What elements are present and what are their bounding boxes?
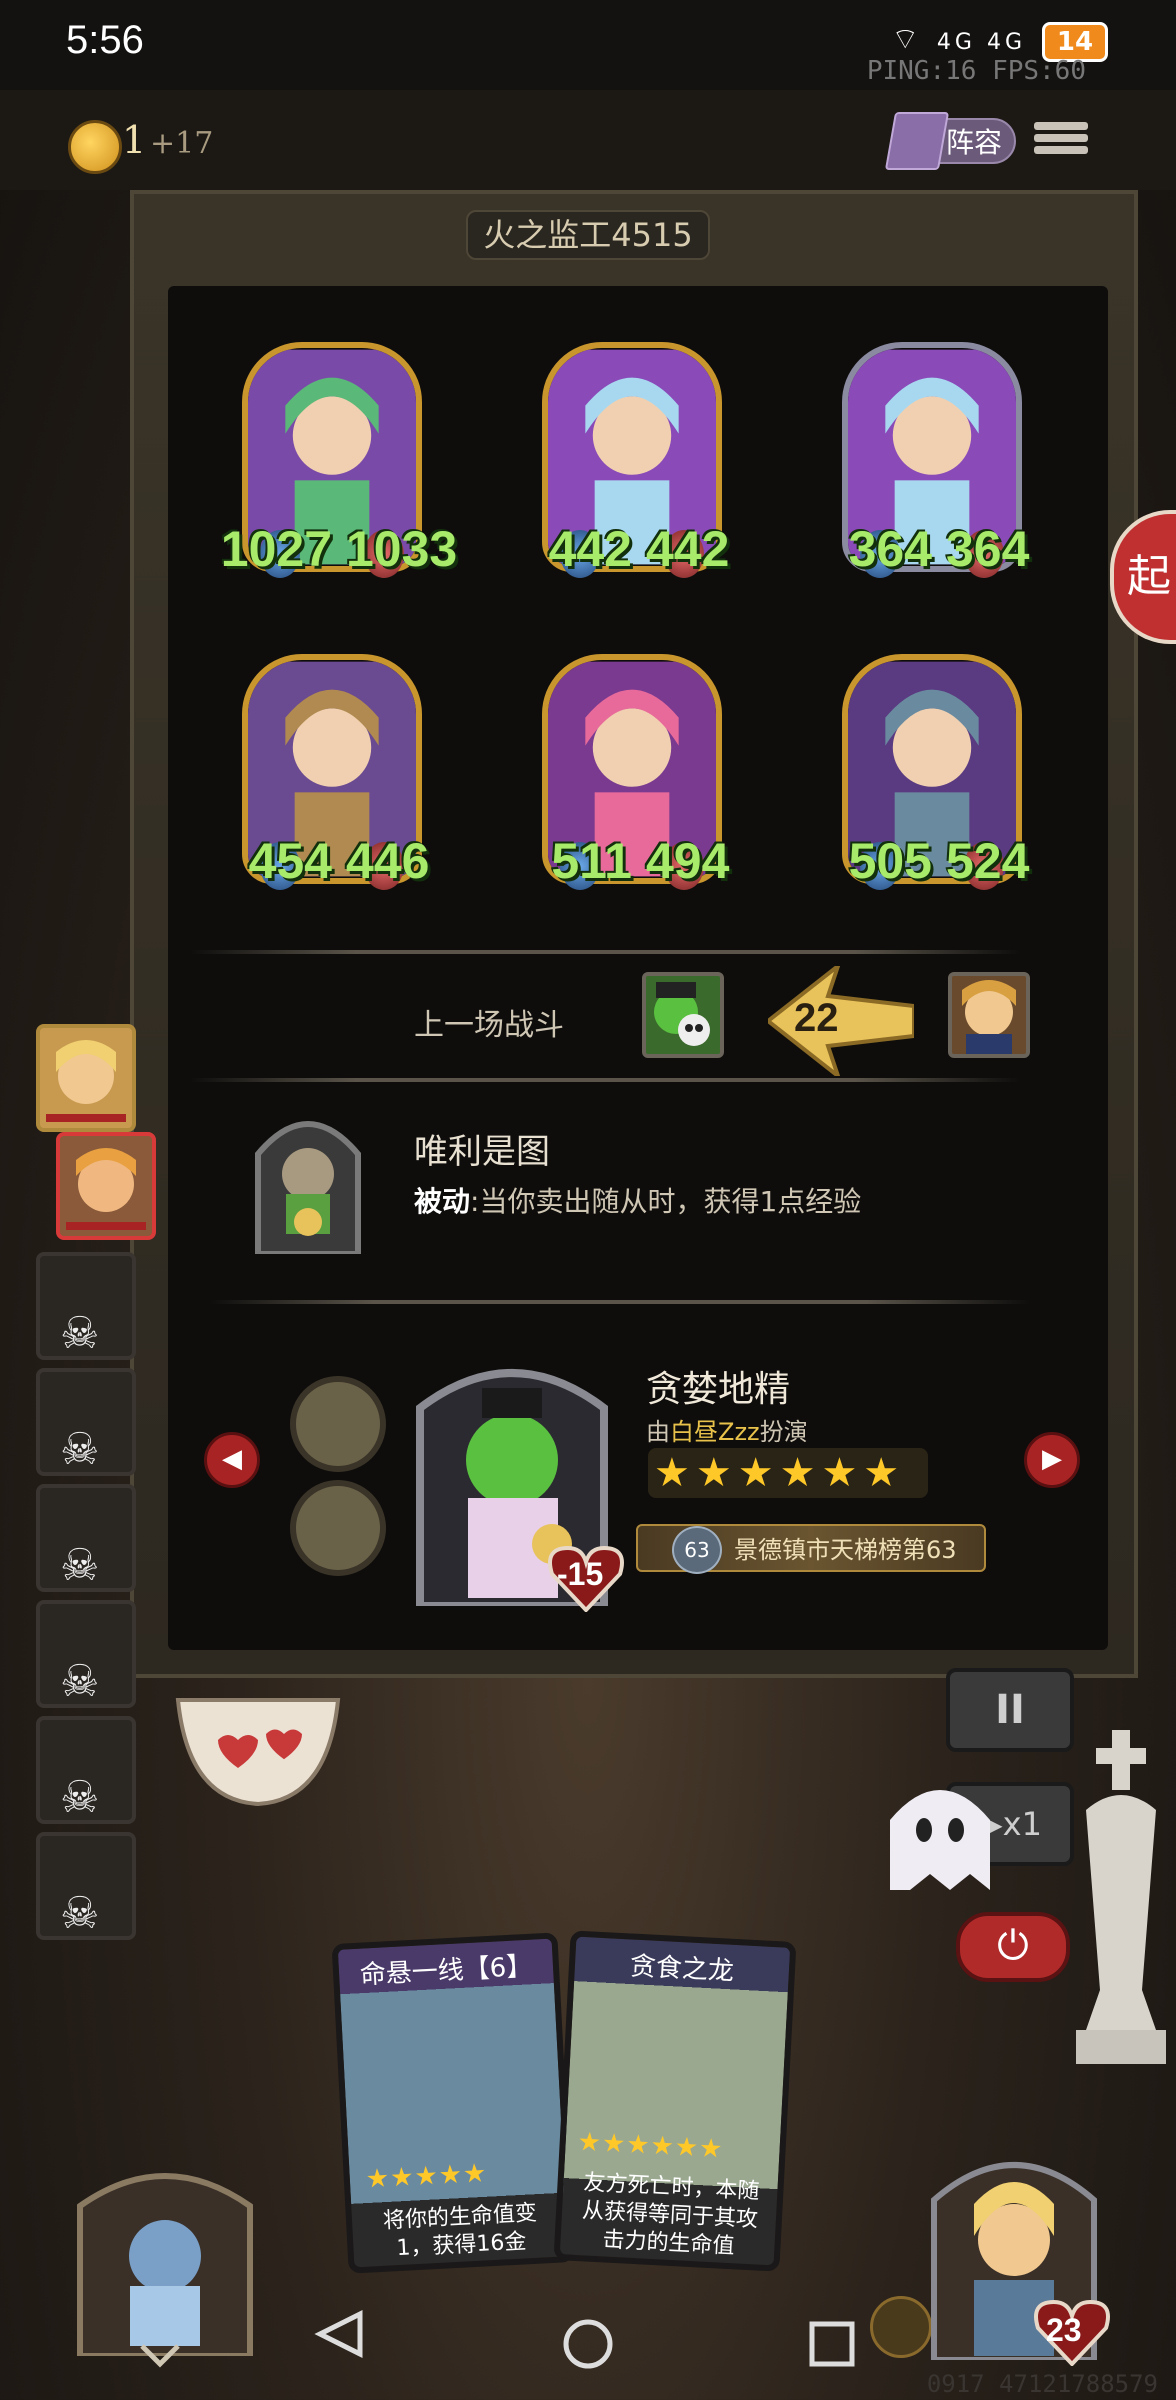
star-icon: ★: [821, 1450, 858, 1496]
skull-icon: ☠: [60, 1424, 100, 1475]
skull-icon: ☠: [60, 1540, 100, 1591]
card-title: 命悬一线【6】: [359, 1951, 534, 1991]
opponent-damage-taken: -15: [557, 1556, 604, 1592]
hero-power-prefix: 被动: [414, 1185, 471, 1218]
minion-card[interactable]: 454 446: [242, 654, 429, 894]
player-avatar-eliminated[interactable]: ☠: [36, 1368, 136, 1476]
hero-power-icon[interactable]: [248, 1104, 368, 1254]
player-avatar-eliminated[interactable]: ☠: [36, 1716, 136, 1824]
divider: [190, 1078, 1020, 1082]
hero-power-name: 唯利是图: [414, 1132, 550, 1172]
player-list: ☠ ☠ ☠ ☠ ☠ ☠: [26, 1012, 156, 1962]
opponent-played-by: 由白昼Zzz扮演: [646, 1412, 808, 1447]
skull-icon: ☠: [60, 1772, 100, 1823]
card-desc: 将你的生命值变 1，获得16金: [382, 2200, 538, 2262]
damage-arrow-icon: [768, 966, 914, 1076]
played-by-suffix: 扮演: [759, 1418, 808, 1446]
card-stars: ★★★★★: [365, 2158, 489, 2195]
last-battle-opponent-avatar: [642, 972, 724, 1058]
minion-card[interactable]: 442 442: [542, 342, 729, 582]
minion-card[interactable]: 511 494: [542, 654, 729, 894]
minion-health: 446: [346, 833, 430, 889]
clock: 5:56: [66, 18, 144, 62]
card-desc: 友方死亡时，本随从获得等同于其攻击力的生命值: [581, 2170, 761, 2260]
minion-card[interactable]: 364 364: [842, 342, 1029, 582]
star-icon: ★: [654, 1450, 690, 1496]
card-deck-icon: [884, 112, 950, 170]
divider: [190, 950, 1020, 954]
minion-attack: 511: [551, 833, 632, 889]
minion-health: 364: [946, 521, 1030, 577]
hero-face-icon: [962, 980, 1016, 1054]
player-avatar-eliminated[interactable]: ☠: [36, 1832, 136, 1940]
player-avatar[interactable]: [36, 1024, 136, 1132]
token-icon: [290, 1480, 386, 1576]
last-battle-label: 上一场战斗: [414, 1008, 564, 1043]
minion-health: 1033: [346, 521, 458, 577]
chess-king-decoration: [1076, 1730, 1166, 2064]
player-avatar-eliminated[interactable]: ☠: [36, 1600, 136, 1708]
minion-health: 442: [646, 521, 730, 577]
star-icon: ★: [695, 1450, 732, 1496]
signal-text: 4G 4G: [936, 30, 1026, 55]
skull-icon: ☠: [60, 1656, 100, 1707]
minion-health: 524: [946, 833, 1030, 889]
chevron-down-icon: [140, 2344, 180, 2368]
next-opponent-button[interactable]: ▶: [1024, 1432, 1080, 1488]
card-title: 贪食之龙: [629, 1951, 735, 1987]
player-avatar-eliminated[interactable]: ☠: [36, 1484, 136, 1592]
opponent-hero-name: 贪婪地精: [646, 1369, 791, 1410]
power-icon[interactable]: ⏻: [956, 1912, 1070, 1982]
hand-card[interactable]: 贪食之龙 ★★★★★★ 友方死亡时，本随从获得等同于其攻击力的生命值: [553, 1930, 797, 2272]
skull-icon: ☠: [60, 1888, 100, 1939]
player-avatar-selected[interactable]: [56, 1132, 156, 1240]
minion-attack: 364: [848, 521, 932, 577]
last-battle-player-avatar: [948, 972, 1030, 1058]
minion-health: 494: [646, 833, 730, 889]
played-by-name: 白昼Zzz: [670, 1418, 760, 1446]
goblin-skull-icon: [654, 982, 710, 1046]
star-icon: ★: [779, 1450, 816, 1496]
minion-attack: 1027: [220, 521, 332, 577]
wifi-icon: ⌔: [891, 22, 924, 57]
net-info: PING:16 FPS:60: [866, 56, 1086, 86]
opponent-name-tag: 火之监工4515: [466, 210, 710, 260]
back-icon: [314, 2309, 363, 2359]
hand-card[interactable]: 命悬一线【6】 ★★★★★ 将你的生命值变 1，获得16金: [331, 1932, 575, 2274]
watermark: 0917 47121788579: [926, 2370, 1158, 2398]
menu-icon[interactable]: [1034, 118, 1088, 164]
card-stars: ★★★★★★: [576, 2126, 725, 2165]
coin-count: 1: [122, 118, 147, 162]
rank-badge: 63: [672, 1526, 722, 1574]
player-avatar-eliminated[interactable]: ☠: [36, 1252, 136, 1360]
played-by-prefix: 由: [646, 1418, 670, 1446]
minion-card[interactable]: 505 524: [842, 654, 1029, 894]
pause-button[interactable]: II: [946, 1668, 1074, 1752]
recents-icon: [809, 2321, 855, 2367]
ghost-decoration: [890, 1790, 990, 1890]
minion-attack: 505: [848, 833, 932, 889]
last-battle-damage: 22: [794, 996, 839, 1040]
star-icon: ★: [737, 1450, 774, 1496]
minion-card[interactable]: 1027 1033: [221, 342, 457, 582]
teacup-decoration: [175, 1698, 341, 1807]
token-icon: [290, 1376, 386, 1472]
minion-attack: 442: [548, 521, 632, 577]
prev-opponent-button[interactable]: ◀: [204, 1432, 260, 1488]
hero-power-text: :当你卖出随从时，获得1点经验: [470, 1185, 862, 1218]
coin-income: +17: [150, 126, 214, 161]
coin-icon: [68, 120, 122, 174]
skull-icon: ☠: [60, 1308, 100, 1359]
minion-attack: 454: [248, 833, 332, 889]
divider: [210, 1300, 1030, 1304]
home-icon: [563, 2319, 613, 2369]
star-icon: ★: [863, 1450, 900, 1496]
signal-icons: ⌔ 4G 4G: [891, 20, 1026, 58]
opponent-star-rating: ★ ★ ★ ★ ★ ★: [648, 1448, 928, 1498]
hero-power-desc: 被动:当你卖出随从时，获得1点经验: [414, 1180, 861, 1220]
